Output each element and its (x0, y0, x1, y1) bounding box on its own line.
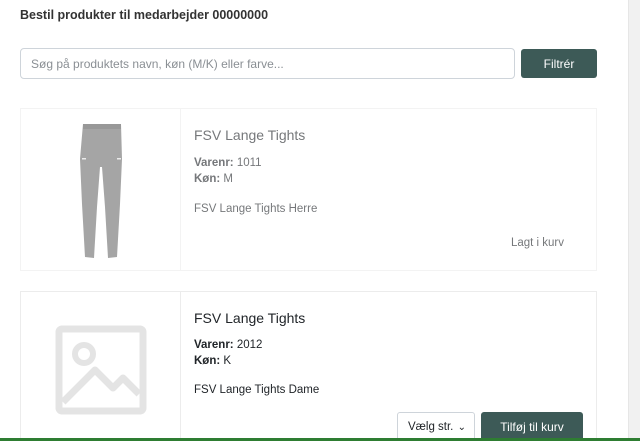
product-card: FSV Lange Tights Varenr: 2012 Køn: K FSV… (20, 291, 597, 441)
added-to-cart-status: Lagt i kurv (510, 237, 564, 249)
chevron-down-icon: ⌄ (457, 422, 466, 433)
varenr-label: Varenr: (194, 339, 234, 351)
filter-button[interactable]: Filtrér (521, 49, 597, 78)
scrollbar[interactable] (628, 0, 640, 441)
gender-label: Køn: (194, 173, 221, 185)
add-to-cart-button[interactable]: Tilføj til kurv (481, 412, 583, 441)
gender-value: K (223, 355, 232, 367)
product-gender: Køn: M (194, 173, 233, 185)
gender-value: M (223, 173, 233, 185)
product-title: FSV Lange Tights (194, 310, 306, 326)
image-placeholder-icon (55, 325, 147, 415)
product-title: FSV Lange Tights (194, 127, 306, 143)
size-select-value: Vælg str. (408, 421, 454, 433)
product-description: FSV Lange Tights Dame (194, 384, 320, 396)
product-varenr: Varenr: 1011 (194, 157, 262, 169)
product-description: FSV Lange Tights Herre (194, 203, 318, 215)
product-image (21, 292, 181, 441)
product-info: FSV Lange Tights Varenr: 1011 Køn: M FSV… (194, 109, 582, 270)
gender-label: Køn: (194, 355, 221, 367)
tights-image (80, 124, 122, 258)
product-gender: Køn: K (194, 355, 231, 367)
search-input[interactable] (20, 48, 515, 79)
product-card: FSV Lange Tights Varenr: 1011 Køn: M FSV… (20, 108, 597, 271)
product-varenr: Varenr: 2012 (194, 339, 262, 351)
varenr-value: 2012 (236, 339, 263, 351)
varenr-value: 1011 (236, 157, 262, 169)
product-image (21, 109, 181, 270)
varenr-label: Varenr: (194, 157, 234, 169)
page-title: Bestil produkter til medarbejder 0000000… (20, 8, 269, 22)
size-select[interactable]: Vælg str. ⌄ (397, 412, 475, 441)
